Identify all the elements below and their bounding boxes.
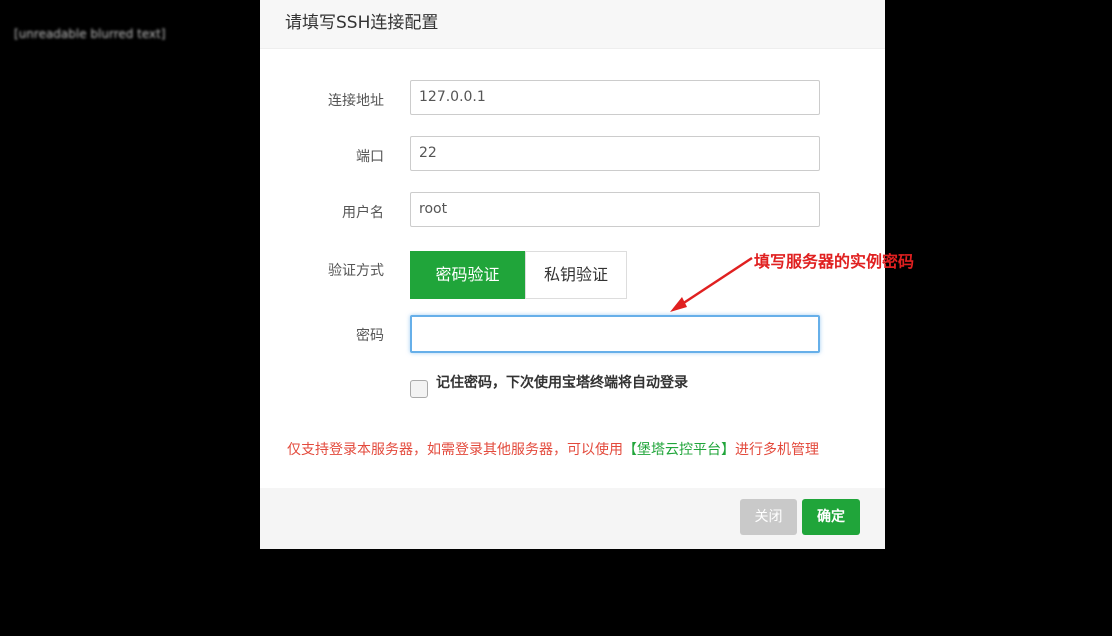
remember-password-label[interactable]: 记住密码，下次使用宝塔终端将自动登录: [436, 374, 688, 392]
auth-method-label: 验证方式: [328, 263, 384, 279]
close-button[interactable]: 关闭: [740, 499, 797, 535]
username-label: 用户名: [342, 205, 384, 221]
notice-text: 仅支持登录本服务器，如需登录其他服务器，可以使用【堡塔云控平台】进行多机管理: [287, 441, 819, 459]
dialog-footer: 关闭 确定: [260, 488, 885, 549]
host-label: 连接地址: [328, 93, 384, 109]
dialog-title: 请填写SSH连接配置: [285, 13, 439, 33]
annotation-text: 填写服务器的实例密码: [754, 252, 915, 271]
port-label: 端口: [356, 149, 384, 165]
private-key-auth-button[interactable]: 私钥验证: [525, 251, 627, 299]
username-input[interactable]: root: [410, 192, 820, 227]
remember-password-checkbox[interactable]: [410, 380, 428, 398]
notice-prefix: 仅支持登录本服务器，如需登录其他服务器，可以使用: [287, 442, 623, 458]
password-input[interactable]: [410, 315, 820, 353]
host-input[interactable]: 127.0.0.1: [410, 80, 820, 115]
ssh-config-dialog: 请填写SSH连接配置 连接地址 127.0.0.1 端口 22 用户名 root…: [260, 0, 885, 549]
background-blurred-text: [unreadable blurred text]: [14, 27, 166, 41]
password-label: 密码: [356, 328, 384, 344]
annotation-arrow-icon: [670, 256, 753, 312]
password-auth-button[interactable]: 密码验证: [410, 251, 525, 299]
notice-suffix: 进行多机管理: [735, 442, 819, 458]
confirm-button[interactable]: 确定: [802, 499, 860, 535]
cloud-control-link[interactable]: 【堡塔云控平台】: [623, 442, 735, 458]
port-input[interactable]: 22: [410, 136, 820, 171]
dialog-header: 请填写SSH连接配置: [260, 0, 885, 49]
